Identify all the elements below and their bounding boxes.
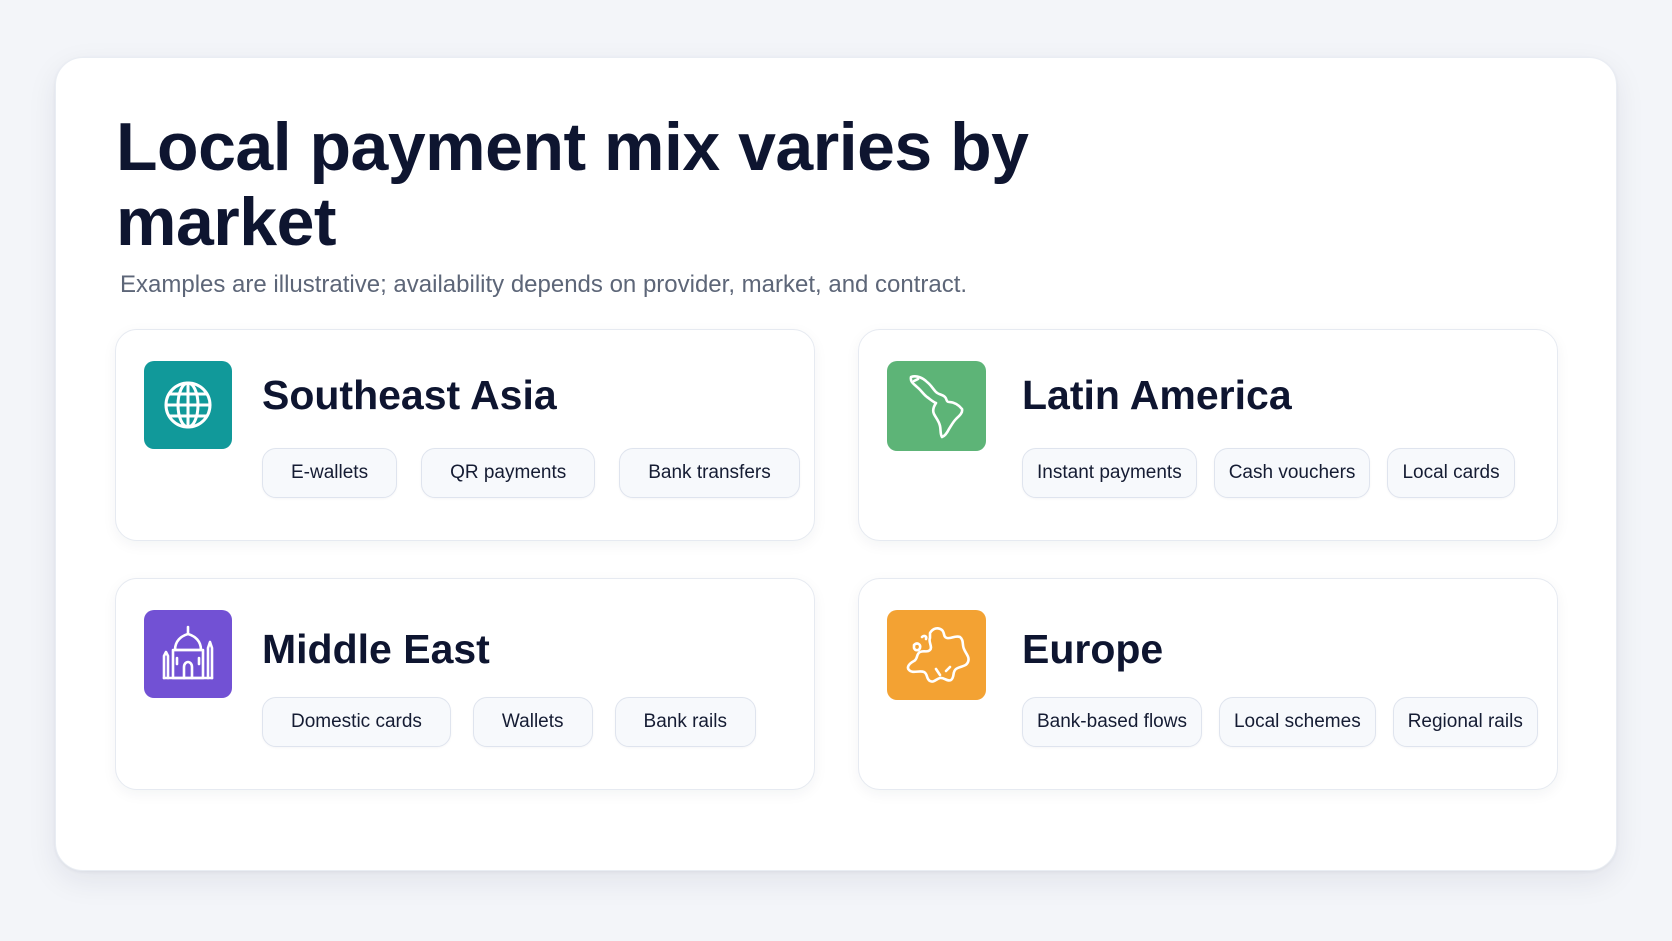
payment-chip: E-wallets bbox=[262, 448, 398, 498]
europe-map-icon bbox=[887, 610, 986, 700]
slide-card: Local payment mix varies by market Examp… bbox=[55, 57, 1617, 871]
payment-method-list: Bank-based flows Local schemes Regional … bbox=[1022, 697, 1538, 747]
payment-chip: QR payments bbox=[421, 448, 596, 498]
payment-chip: Bank rails bbox=[614, 697, 756, 747]
region-card-southeast-asia: Southeast Asia E-wallets QR payments Ban… bbox=[115, 329, 815, 541]
latin-america-map-icon bbox=[887, 361, 986, 451]
payment-chip: Regional rails bbox=[1392, 697, 1538, 747]
mosque-icon bbox=[144, 610, 232, 698]
payment-chip: Wallets bbox=[472, 697, 593, 747]
payment-chip: Domestic cards bbox=[262, 697, 451, 747]
page-subtitle: Examples are illustrative; availability … bbox=[120, 271, 968, 298]
payment-method-list: Domestic cards Wallets Bank rails bbox=[262, 697, 756, 747]
payment-method-list: Instant payments Cash vouchers Local car… bbox=[1022, 448, 1515, 498]
payment-chip: Local cards bbox=[1387, 448, 1515, 498]
payment-chip: Instant payments bbox=[1022, 448, 1197, 498]
payment-chip: Cash vouchers bbox=[1213, 448, 1371, 498]
globe-icon bbox=[144, 361, 232, 449]
payment-method-list: E-wallets QR payments Bank transfers bbox=[262, 448, 800, 498]
payment-chip: Bank-based flows bbox=[1022, 697, 1202, 747]
region-card-middle-east: Middle East Domestic cards Wallets Bank … bbox=[115, 578, 815, 790]
region-card-latin-america: Latin America Instant payments Cash vouc… bbox=[858, 329, 1558, 541]
region-title: Europe bbox=[1022, 626, 1164, 672]
region-title: Latin America bbox=[1022, 372, 1292, 418]
region-title: Middle East bbox=[262, 626, 490, 672]
payment-chip: Bank transfers bbox=[619, 448, 800, 498]
region-card-europe: Europe Bank-based flows Local schemes Re… bbox=[858, 578, 1558, 790]
payment-chip: Local schemes bbox=[1218, 697, 1376, 747]
region-title: Southeast Asia bbox=[262, 372, 557, 418]
page-title: Local payment mix varies by market bbox=[116, 109, 1029, 260]
